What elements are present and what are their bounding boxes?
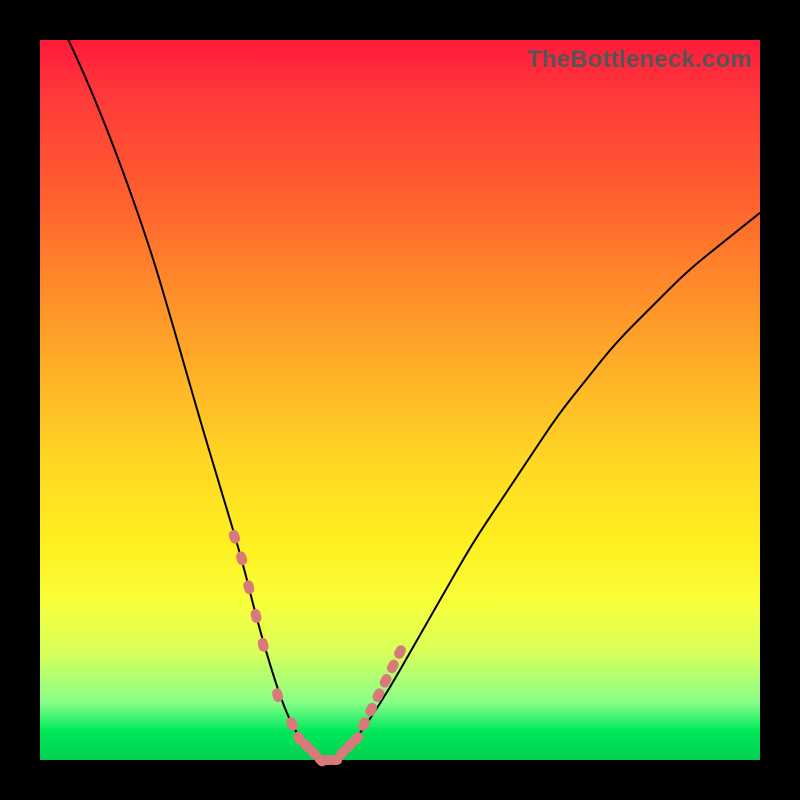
curve-marker [235,550,249,566]
curve-svg [40,40,760,760]
curve-marker [371,687,386,704]
curve-markers [227,529,407,769]
curve-marker [284,716,299,733]
curve-marker [257,637,270,653]
curve-marker [227,529,241,545]
curve-marker [249,608,262,624]
curve-marker [242,579,255,595]
curve-marker [364,701,379,718]
bottleneck-curve [40,0,760,758]
curve-marker [392,644,407,661]
plot-area: TheBottleneck.com [40,40,760,760]
chart-frame: TheBottleneck.com [0,0,800,800]
